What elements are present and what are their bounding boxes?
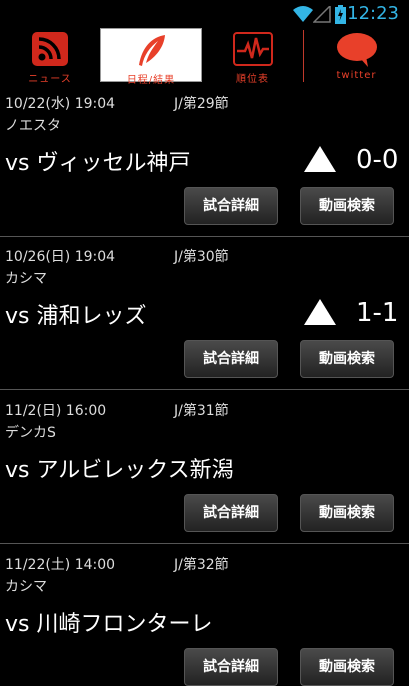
feather-icon [139,35,165,66]
tab-bar: ニュース 日程/結果 順位表 twitter [0,28,409,86]
match-detail-button[interactable]: 試合詳細 [184,340,278,378]
divider [0,236,409,237]
tab-twitter[interactable]: twitter [304,28,409,82]
wifi-icon [293,6,313,22]
video-search-button[interactable]: 動画検索 [300,648,394,686]
match-detail-button[interactable]: 試合詳細 [184,494,278,532]
match-date: 11/22(土) 14:00 [5,557,116,573]
status-bar: 12:23 [0,0,409,28]
rss-icon [32,32,68,66]
match-score: 1-1 [356,298,399,328]
draw-triangle-icon [304,299,336,325]
match-opponent: vs ヴィッセル神戸 [5,151,191,176]
tab-standings[interactable]: 順位表 [202,28,303,85]
match-venue: カシマ [5,579,47,595]
speech-bubble-icon [336,33,377,67]
match-detail-button[interactable]: 試合詳細 [184,648,278,686]
match-opponent: vs 浦和レッズ [5,304,147,329]
match-detail-button[interactable]: 試合詳細 [184,187,278,225]
battery-icon [335,5,346,24]
match-score: 0-0 [356,145,399,175]
tab-news[interactable]: ニュース [0,28,100,85]
chart-pulse-icon [232,32,273,66]
match-date: 10/22(水) 19:04 [5,96,116,112]
video-search-button[interactable]: 動画検索 [300,494,394,532]
match-venue: デンカS [5,425,56,441]
draw-triangle-icon [304,146,336,172]
tab-schedule[interactable]: 日程/結果 [100,28,202,86]
divider [0,543,409,544]
match-round: J/第29節 [174,96,229,112]
match-opponent: vs 川崎フロンターレ [5,612,213,637]
tab-divider [303,30,304,82]
tab-standings-label: 順位表 [236,74,269,85]
match-round: J/第32節 [174,557,229,573]
match-round: J/第30節 [174,249,229,265]
match-opponent: vs アルビレックス新潟 [5,458,234,483]
match-date: 11/2(日) 16:00 [5,403,107,419]
match-venue: ノエスタ [5,118,61,134]
tab-schedule-label: 日程/結果 [126,75,176,86]
video-search-button[interactable]: 動画検索 [300,340,394,378]
tab-twitter-label: twitter [336,70,377,81]
match-round: J/第31節 [174,403,229,419]
tab-news-label: ニュース [28,74,72,85]
divider [0,389,409,390]
match-date: 10/26(日) 19:04 [5,249,116,265]
status-time: 12:23 [347,3,399,24]
signal-icon [313,6,331,23]
match-venue: カシマ [5,271,47,287]
video-search-button[interactable]: 動画検索 [300,187,394,225]
